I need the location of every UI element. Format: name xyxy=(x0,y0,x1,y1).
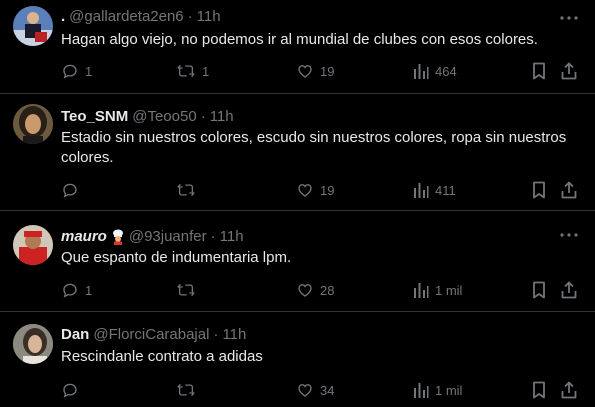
share-icon xyxy=(561,62,577,80)
view-count: 1 mil xyxy=(435,282,463,298)
views-chart-icon xyxy=(414,283,429,298)
user-handle[interactable]: @93juanfer xyxy=(129,228,207,245)
share-icon xyxy=(561,381,577,399)
tweet[interactable]: Teo_SNM @Teoo50 · 11h Estadio sin nuestr… xyxy=(0,94,595,211)
views-chart-icon xyxy=(414,383,429,398)
reply-icon xyxy=(63,183,77,198)
like-count: 34 xyxy=(320,382,335,398)
share-button[interactable] xyxy=(561,61,577,81)
view-count: 1 mil xyxy=(435,382,463,398)
bookmark-button[interactable] xyxy=(532,280,546,300)
display-name[interactable]: Dan xyxy=(61,326,89,343)
chef-emoji-icon xyxy=(111,229,125,245)
retweet-button[interactable] xyxy=(176,280,202,300)
more-options-icon[interactable] xyxy=(559,8,579,28)
share-button[interactable] xyxy=(561,380,577,400)
reply-button[interactable]: 1 xyxy=(61,61,92,81)
like-count: 19 xyxy=(320,63,335,79)
bookmark-icon xyxy=(533,381,545,399)
bookmark-button[interactable] xyxy=(532,61,546,81)
share-button[interactable] xyxy=(561,280,577,300)
views-button[interactable]: 1 mil xyxy=(413,280,462,300)
more-options-icon[interactable] xyxy=(559,225,579,245)
tweet-text: Estadio sin nuestros colores, escudo sin… xyxy=(61,129,567,166)
user-handle[interactable]: @FlorciCarabajal xyxy=(93,326,209,343)
tweet[interactable]: Dan @FlorciCarabajal · 11h Rescindanle c… xyxy=(0,312,595,407)
retweet-button[interactable] xyxy=(176,380,202,400)
tweet[interactable]: . @gallardeta2en6 · 11h Hagan algo viejo… xyxy=(0,0,595,94)
like-button[interactable]: 19 xyxy=(296,180,334,200)
reply-button[interactable] xyxy=(61,380,85,400)
separator-dot: · xyxy=(210,228,216,245)
views-chart-icon xyxy=(414,64,429,79)
reply-count: 1 xyxy=(85,282,93,298)
reply-icon xyxy=(63,283,77,298)
like-count: 19 xyxy=(320,182,335,198)
reply-count: 1 xyxy=(85,63,93,79)
timestamp[interactable]: 11h xyxy=(210,108,234,125)
retweet-icon xyxy=(177,183,195,197)
heart-icon xyxy=(298,65,312,78)
separator-dot: · xyxy=(213,326,219,343)
display-name[interactable]: Teo_SNM xyxy=(61,108,128,125)
tweet[interactable]: mauro @93juanfer · 11h Que espanto de in… xyxy=(0,211,595,312)
retweet-icon xyxy=(177,64,195,78)
retweet-button[interactable] xyxy=(176,180,202,200)
view-count: 464 xyxy=(435,63,457,79)
like-button[interactable]: 28 xyxy=(296,280,334,300)
heart-icon xyxy=(298,284,312,297)
retweet-icon xyxy=(177,383,195,397)
views-button[interactable]: 411 xyxy=(413,180,456,200)
like-button[interactable]: 19 xyxy=(296,61,334,81)
timestamp[interactable]: 11h xyxy=(222,326,246,343)
bookmark-icon xyxy=(533,62,545,80)
display-name[interactable]: mauro xyxy=(61,228,107,245)
avatar[interactable] xyxy=(13,225,53,265)
timestamp[interactable]: 11h xyxy=(197,8,221,25)
retweet-button[interactable]: 1 xyxy=(176,61,209,81)
user-handle[interactable]: @Teoo50 xyxy=(132,108,196,125)
avatar[interactable] xyxy=(13,324,53,364)
view-count: 411 xyxy=(435,182,456,198)
views-chart-icon xyxy=(414,183,429,198)
action-bar: 1 28 1 mil xyxy=(0,280,595,300)
action-bar: 19 411 xyxy=(0,180,595,200)
tweet-text: Hagan algo viejo, no podemos ir al mundi… xyxy=(61,31,538,48)
user-handle[interactable]: @gallardeta2en6 xyxy=(69,8,183,25)
views-button[interactable]: 1 mil xyxy=(413,380,462,400)
share-icon xyxy=(561,281,577,299)
separator-dot: · xyxy=(200,108,206,125)
tweet-text: Rescindanle contrato a adidas xyxy=(61,348,263,365)
like-count: 28 xyxy=(320,282,335,298)
reply-button[interactable] xyxy=(61,180,85,200)
bookmark-button[interactable] xyxy=(532,180,546,200)
heart-icon xyxy=(298,184,312,197)
action-bar: 1 1 19 464 xyxy=(0,61,595,81)
avatar[interactable] xyxy=(13,104,53,144)
bookmark-icon xyxy=(533,281,545,299)
retweet-count: 1 xyxy=(202,63,210,79)
share-button[interactable] xyxy=(561,180,577,200)
timestamp[interactable]: 11h xyxy=(220,228,244,245)
reply-icon xyxy=(63,64,77,79)
action-bar: 34 1 mil xyxy=(0,380,595,400)
heart-icon xyxy=(298,384,312,397)
separator-dot: · xyxy=(187,8,193,25)
avatar[interactable] xyxy=(13,6,53,46)
display-name[interactable]: . xyxy=(61,8,65,25)
bookmark-button[interactable] xyxy=(532,380,546,400)
retweet-icon xyxy=(177,283,195,297)
share-icon xyxy=(561,181,577,199)
bookmark-icon xyxy=(533,181,545,199)
reply-button[interactable]: 1 xyxy=(61,280,92,300)
tweet-text: Que espanto de indumentaria lpm. xyxy=(61,249,292,266)
like-button[interactable]: 34 xyxy=(296,380,334,400)
views-button[interactable]: 464 xyxy=(413,61,457,81)
reply-icon xyxy=(63,383,77,398)
